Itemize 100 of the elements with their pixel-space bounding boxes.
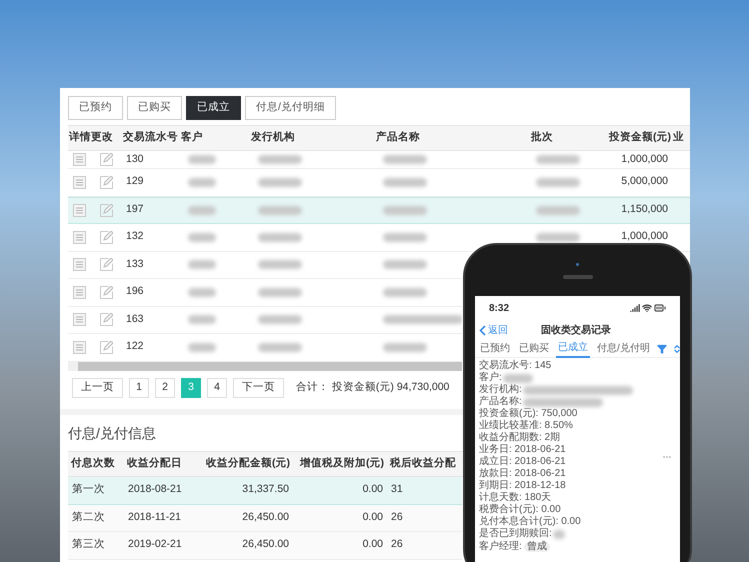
blurred-text bbox=[258, 288, 302, 297]
camera-lens-icon bbox=[576, 262, 579, 266]
edit-icon[interactable] bbox=[100, 286, 112, 299]
blurred-text bbox=[188, 315, 216, 324]
edit-icon[interactable] bbox=[100, 204, 112, 217]
column-header: 产品名称 bbox=[376, 131, 420, 144]
table-cell: 31,337.50 bbox=[242, 483, 289, 496]
table-cell: 196 bbox=[126, 285, 144, 298]
page-title: 固收类交易记录 bbox=[541, 323, 611, 338]
tab[interactable]: 已成立 bbox=[186, 96, 241, 120]
detail-label: 发行机构: bbox=[479, 385, 522, 395]
blurred-text bbox=[188, 155, 216, 164]
page-button[interactable]: 2 bbox=[155, 378, 175, 398]
detail-text: 兑付本息合计(元): 0.00 bbox=[479, 517, 581, 527]
table-cell: 1,150,000 bbox=[621, 203, 668, 216]
tab[interactable]: 已购买 bbox=[127, 96, 182, 120]
column-header: 客户 bbox=[181, 131, 203, 144]
table-row[interactable]: 第二次 2018-11-21 26,450.00 0.00 26 bbox=[68, 504, 462, 532]
list-icon[interactable] bbox=[72, 258, 86, 272]
battery-icon bbox=[654, 302, 666, 314]
blurred-text bbox=[383, 206, 427, 215]
table-row[interactable]: 163 bbox=[68, 306, 462, 334]
table-cell: 2018-08-21 bbox=[128, 483, 182, 496]
tab[interactable]: 付息/兑付明细 bbox=[245, 96, 336, 120]
table-cell: 第二次 bbox=[72, 510, 105, 523]
detail-label: 客户经理: bbox=[479, 542, 522, 552]
column-header: 增值税及附加(元) bbox=[300, 457, 384, 470]
column-header: 收益分配日 bbox=[127, 457, 182, 470]
prev-page-button[interactable]: 上一页 bbox=[72, 378, 123, 398]
blurred-text bbox=[188, 206, 216, 215]
detail-text: 成立日: 2018-06-21 bbox=[479, 457, 566, 467]
table-cell: 130 bbox=[126, 152, 144, 165]
blurred-text bbox=[383, 288, 427, 297]
edit-icon[interactable] bbox=[100, 230, 112, 244]
column-header: 业 bbox=[673, 131, 684, 144]
next-page-button[interactable]: 下一页 bbox=[233, 378, 284, 398]
tab[interactable]: 已预约 bbox=[68, 96, 123, 120]
list-icon[interactable] bbox=[72, 313, 86, 326]
table-cell: 26,450.00 bbox=[242, 510, 289, 523]
edit-icon[interactable] bbox=[100, 153, 112, 166]
blurred-text bbox=[188, 178, 216, 187]
table-cell: 2019-02-21 bbox=[128, 538, 182, 550]
blurred-text bbox=[536, 206, 580, 215]
list-icon[interactable] bbox=[72, 340, 86, 354]
table-cell: 26 bbox=[391, 510, 403, 523]
blurred-text bbox=[383, 155, 427, 164]
earpiece-icon bbox=[562, 274, 592, 278]
column-header: 投资金额(元) bbox=[609, 131, 671, 144]
detail-text: 放款日: 2018-06-21 bbox=[479, 469, 566, 479]
section-title: 付息/兑付信息 bbox=[68, 424, 156, 442]
blurred-text bbox=[258, 232, 302, 242]
table-row[interactable]: 197 1,150,000 bbox=[68, 196, 690, 224]
detail-label: 客户: bbox=[479, 373, 502, 383]
table-cell: 129 bbox=[126, 175, 144, 188]
page-button[interactable]: 4 bbox=[207, 378, 227, 398]
blurred-text bbox=[258, 342, 302, 352]
tab[interactable]: 已购买 bbox=[517, 340, 551, 358]
table-row[interactable]: 133 bbox=[68, 252, 462, 279]
table-cell: 第三次 bbox=[72, 538, 105, 550]
blurred-text bbox=[258, 155, 302, 164]
list-icon[interactable] bbox=[72, 176, 86, 189]
tab[interactable]: 付息/兑付明 bbox=[595, 340, 652, 358]
column-header: 发行机构 bbox=[251, 131, 295, 144]
table-cell: 122 bbox=[126, 340, 144, 352]
column-header: 收益分配金额(元) bbox=[206, 457, 290, 470]
manager-tag: 曾成 bbox=[524, 542, 550, 552]
detail-text: 收益分配期数: 2期 bbox=[479, 433, 560, 443]
list-icon[interactable] bbox=[72, 230, 86, 244]
total-summary: 合计： 投资金额(元) 94,730,000 bbox=[296, 380, 450, 396]
column-header: 税后收益分配 bbox=[390, 457, 456, 470]
scrollbar[interactable] bbox=[68, 362, 462, 371]
edit-icon[interactable] bbox=[100, 258, 112, 272]
edit-icon[interactable] bbox=[100, 176, 112, 189]
edit-icon[interactable] bbox=[100, 313, 112, 326]
table-row[interactable]: 第三次 2019-02-21 26,450.00 0.00 26 bbox=[68, 532, 462, 560]
blurred-text bbox=[258, 206, 302, 215]
table-cell: 1,000,000 bbox=[621, 152, 668, 165]
tab[interactable]: 已预约 bbox=[478, 340, 512, 358]
edit-icon[interactable] bbox=[100, 340, 112, 354]
blurred-text bbox=[258, 315, 302, 324]
detail-text: 交易流水号: 145 bbox=[479, 361, 552, 371]
blurred-text bbox=[536, 155, 580, 164]
sort-icon[interactable] bbox=[672, 344, 682, 354]
filter-icon[interactable] bbox=[656, 344, 667, 354]
table-row[interactable]: 130 1,000,000 bbox=[68, 151, 690, 169]
table-cell: 0.00 bbox=[362, 510, 383, 523]
blurred-text bbox=[383, 178, 427, 187]
table-cell: 0.00 bbox=[362, 538, 383, 550]
table-row[interactable]: 第一次 2018-08-21 31,337.50 0.00 31 bbox=[68, 477, 462, 504]
blurred-text bbox=[536, 232, 580, 242]
back-icon bbox=[479, 324, 486, 336]
blurred-text bbox=[502, 374, 533, 382]
detail-label: 是否已到期赎回: bbox=[479, 529, 552, 539]
list-icon[interactable] bbox=[72, 286, 86, 299]
blurred-text bbox=[188, 342, 216, 352]
list-icon[interactable] bbox=[72, 204, 86, 217]
page-button[interactable]: 1 bbox=[129, 378, 149, 398]
detail-text: 到期日: 2018-12-18 bbox=[479, 481, 566, 491]
wifi-icon bbox=[642, 303, 652, 313]
list-icon[interactable] bbox=[72, 153, 86, 166]
